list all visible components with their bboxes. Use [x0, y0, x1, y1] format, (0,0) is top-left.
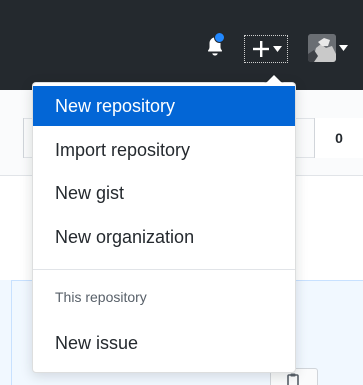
avatar-image	[308, 34, 336, 62]
caret-down-icon	[273, 46, 282, 52]
create-new-button[interactable]	[244, 35, 288, 63]
menu-item-import-repository[interactable]: Import repository	[33, 130, 295, 170]
menu-item-label: New issue	[55, 332, 139, 353]
menu-item-label: Import repository	[55, 139, 191, 160]
avatar[interactable]	[308, 34, 336, 62]
caret-down-icon[interactable]	[339, 45, 348, 51]
dropdown-caret-fill	[265, 75, 283, 84]
menu-item-label: New gist	[55, 182, 125, 203]
plus-icon	[253, 41, 269, 57]
menu-item-label: New organization	[55, 226, 195, 247]
repo-action-button[interactable]	[0, 118, 24, 158]
clipboard-icon	[287, 373, 299, 385]
clone-panel-edge	[0, 280, 12, 385]
menu-item-new-repository[interactable]: New repository	[33, 86, 295, 126]
fork-counter[interactable]: 0	[314, 118, 363, 158]
notification-indicator	[214, 32, 225, 43]
menu-section-header: This repository	[55, 289, 147, 305]
menu-item-label: New repository	[55, 95, 176, 116]
menu-item-new-organization[interactable]: New organization	[33, 217, 295, 257]
menu-item-new-issue[interactable]: New issue	[33, 323, 295, 363]
top-header	[0, 0, 363, 90]
menu-divider	[33, 269, 295, 270]
create-new-dropdown: New repository Import repository New gis…	[32, 73, 296, 373]
page: 0 New repository Import repository New g…	[0, 0, 363, 385]
menu-item-new-gist[interactable]: New gist	[33, 173, 295, 213]
